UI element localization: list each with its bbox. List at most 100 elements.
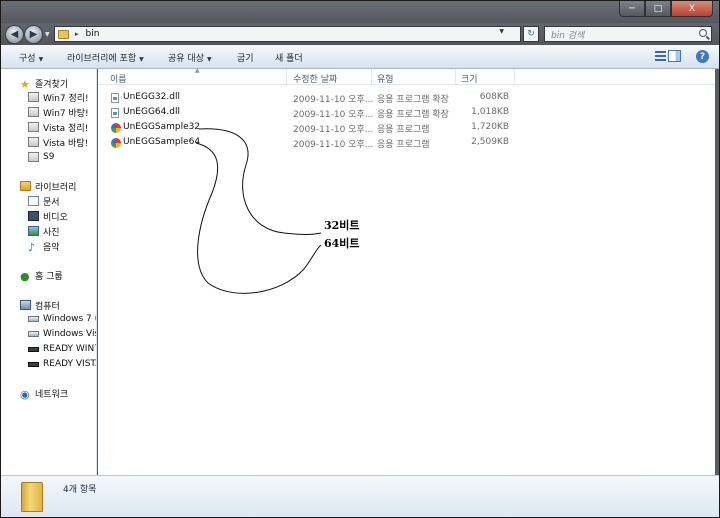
nav-favorites[interactable]: ★ 즐겨찾기	[20, 76, 69, 91]
nav-item-label: 음악	[43, 242, 60, 253]
file-size: 608KB	[479, 92, 509, 102]
nav-network[interactable]: ◉ 네트워크	[20, 386, 69, 401]
nav-favorites-label: 즐겨찾기	[35, 79, 69, 90]
maximize-button[interactable]: □	[645, 1, 671, 17]
breadcrumb-separator-icon[interactable]: ▸	[75, 30, 79, 38]
nav-item-label: Windows Vista	[43, 329, 96, 339]
nav-item-label: Windows 7 (C	[43, 314, 96, 324]
explorer-window: ─ □ X ◀ ▶ ▼ ▸ bin ▼ ↻ bin 검색 구성 ▼ 라이브러리에 …	[0, 0, 720, 518]
nav-item-drive-c[interactable]: Windows 7 (C	[28, 312, 96, 326]
annotation-32bit-label: 32비트	[324, 219, 360, 232]
file-modified: 2009-11-10 오후...	[293, 140, 374, 150]
window-border-right	[715, 69, 719, 475]
nav-item-ready-vista[interactable]: READY VISTA	[28, 357, 97, 371]
application-icon	[111, 123, 121, 133]
column-divider[interactable]	[455, 69, 456, 85]
nav-item-vista-organize[interactable]: Vista 정리!	[28, 120, 88, 134]
search-input[interactable]: bin 검색	[544, 26, 712, 42]
shortcut-icon	[28, 107, 39, 117]
nav-item-win7-desktop[interactable]: Win7 바탕!	[28, 105, 89, 119]
item-count: 4개 항목	[63, 485, 97, 495]
breadcrumb-bin[interactable]: bin	[86, 29, 100, 39]
burn-button[interactable]: 굽기	[237, 51, 254, 64]
back-button[interactable]: ◀	[5, 25, 24, 44]
nav-item-pictures[interactable]: 사진	[28, 224, 60, 238]
column-header-name[interactable]: 이름	[110, 72, 127, 85]
minimize-button[interactable]: ─	[619, 1, 645, 17]
shortcut-icon	[28, 122, 39, 132]
chevron-down-icon: ▼	[38, 56, 44, 63]
chevron-down-icon[interactable]: ▼	[499, 28, 504, 35]
nav-item-label: READY VISTA	[43, 359, 97, 369]
file-size: 1,018KB	[471, 107, 509, 117]
recent-pages-dropdown[interactable]: ▼	[45, 31, 50, 38]
nav-network-label: 네트워크	[35, 389, 69, 400]
column-divider[interactable]	[514, 69, 515, 85]
column-header-type[interactable]: 유형	[377, 72, 394, 85]
dll-file-icon	[111, 108, 119, 118]
address-bar[interactable]: ▸ bin ▼	[54, 26, 521, 42]
organize-button[interactable]: 구성 ▼	[19, 51, 43, 64]
search-icon[interactable]	[699, 29, 707, 37]
hard-drive-icon	[28, 316, 39, 322]
nav-item-s9[interactable]: S9	[28, 150, 54, 164]
video-icon	[28, 211, 39, 221]
star-icon: ★	[20, 78, 30, 91]
shortcut-icon	[28, 152, 39, 162]
column-header-modified[interactable]: 수정한 날짜	[293, 72, 337, 85]
share-with-button[interactable]: 공유 대상 ▼	[168, 51, 212, 64]
include-in-library-label: 라이브러리에 포함	[67, 54, 137, 64]
nav-item-label: S9	[43, 152, 55, 162]
column-header-size[interactable]: 크기	[461, 72, 478, 85]
help-icon[interactable]: ?	[696, 50, 709, 63]
file-modified: 2009-11-10 오후...	[293, 125, 374, 135]
details-pane: 4개 항목	[1, 475, 719, 517]
nav-computer[interactable]: 컴퓨터	[20, 298, 60, 312]
nav-item-drive-vista[interactable]: Windows Vista	[28, 327, 96, 341]
change-view-icon[interactable]	[655, 51, 666, 62]
nav-item-videos[interactable]: 비디오	[28, 209, 68, 223]
refresh-icon: ↻	[527, 29, 535, 39]
refresh-button[interactable]: ↻	[523, 26, 539, 42]
close-button[interactable]: X	[671, 1, 713, 17]
chevron-down-icon: ▼	[206, 56, 212, 63]
nav-item-label: 비디오	[43, 212, 68, 223]
nav-item-label: READY WIN7	[43, 344, 97, 354]
file-type: 응용 프로그램 확장	[377, 95, 449, 105]
command-bar: 구성 ▼ 라이브러리에 포함 ▼ 공유 대상 ▼ 굽기 새 폴더 ?	[1, 45, 719, 69]
nav-item-ready-win7[interactable]: READY WIN7	[28, 342, 97, 356]
nav-item-label: Win7 바탕!	[43, 108, 89, 119]
pictures-icon	[28, 226, 39, 236]
application-icon	[111, 138, 121, 148]
nav-item-documents[interactable]: 문서	[28, 194, 60, 208]
nav-item-label: 문서	[43, 197, 60, 208]
file-size: 1,720KB	[471, 122, 509, 132]
forward-button[interactable]: ▶	[24, 25, 43, 44]
file-row[interactable]: UnEGG64.dll 2009-11-10 오후... 응용 프로그램 확장 …	[110, 106, 510, 120]
column-divider[interactable]	[371, 69, 372, 85]
nav-libraries[interactable]: 라이브러리	[20, 179, 76, 193]
file-row[interactable]: UnEGG32.dll 2009-11-10 오후... 응용 프로그램 확장 …	[110, 91, 510, 105]
include-in-library-button[interactable]: 라이브러리에 포함 ▼	[67, 51, 144, 64]
address-row: ◀ ▶ ▼ ▸ bin ▼ ↻ bin 검색	[1, 23, 719, 45]
file-row[interactable]: UnEGGSample64 2009-11-10 오후... 응용 프로그램 2…	[110, 136, 510, 150]
computer-icon	[20, 300, 31, 310]
organize-label: 구성	[19, 54, 36, 64]
file-type: 응용 프로그램	[377, 140, 430, 150]
nav-homegroup[interactable]: ● 홈 그룹	[20, 268, 63, 283]
drive-icon	[28, 361, 39, 367]
nav-item-win7-organize[interactable]: Win7 정리!	[28, 90, 89, 104]
file-size: 2,509KB	[471, 137, 509, 147]
file-row[interactable]: UnEGGSample32 2009-11-10 오후... 응용 프로그램 1…	[110, 121, 510, 135]
nav-item-vista-desktop[interactable]: Vista 바탕!	[28, 135, 88, 149]
title-bar[interactable]: ─ □ X	[1, 1, 719, 23]
preview-pane-icon[interactable]	[668, 50, 681, 62]
new-folder-button[interactable]: 새 폴더	[275, 51, 303, 64]
nav-item-label: Vista 정리!	[43, 123, 89, 134]
shortcut-icon	[28, 92, 39, 102]
column-divider[interactable]	[286, 69, 287, 85]
search-placeholder: bin 검색	[551, 30, 585, 41]
nav-item-music[interactable]: ♪ 음악	[28, 239, 60, 254]
file-modified: 2009-11-10 오후...	[293, 110, 374, 120]
drive-icon	[28, 346, 39, 352]
